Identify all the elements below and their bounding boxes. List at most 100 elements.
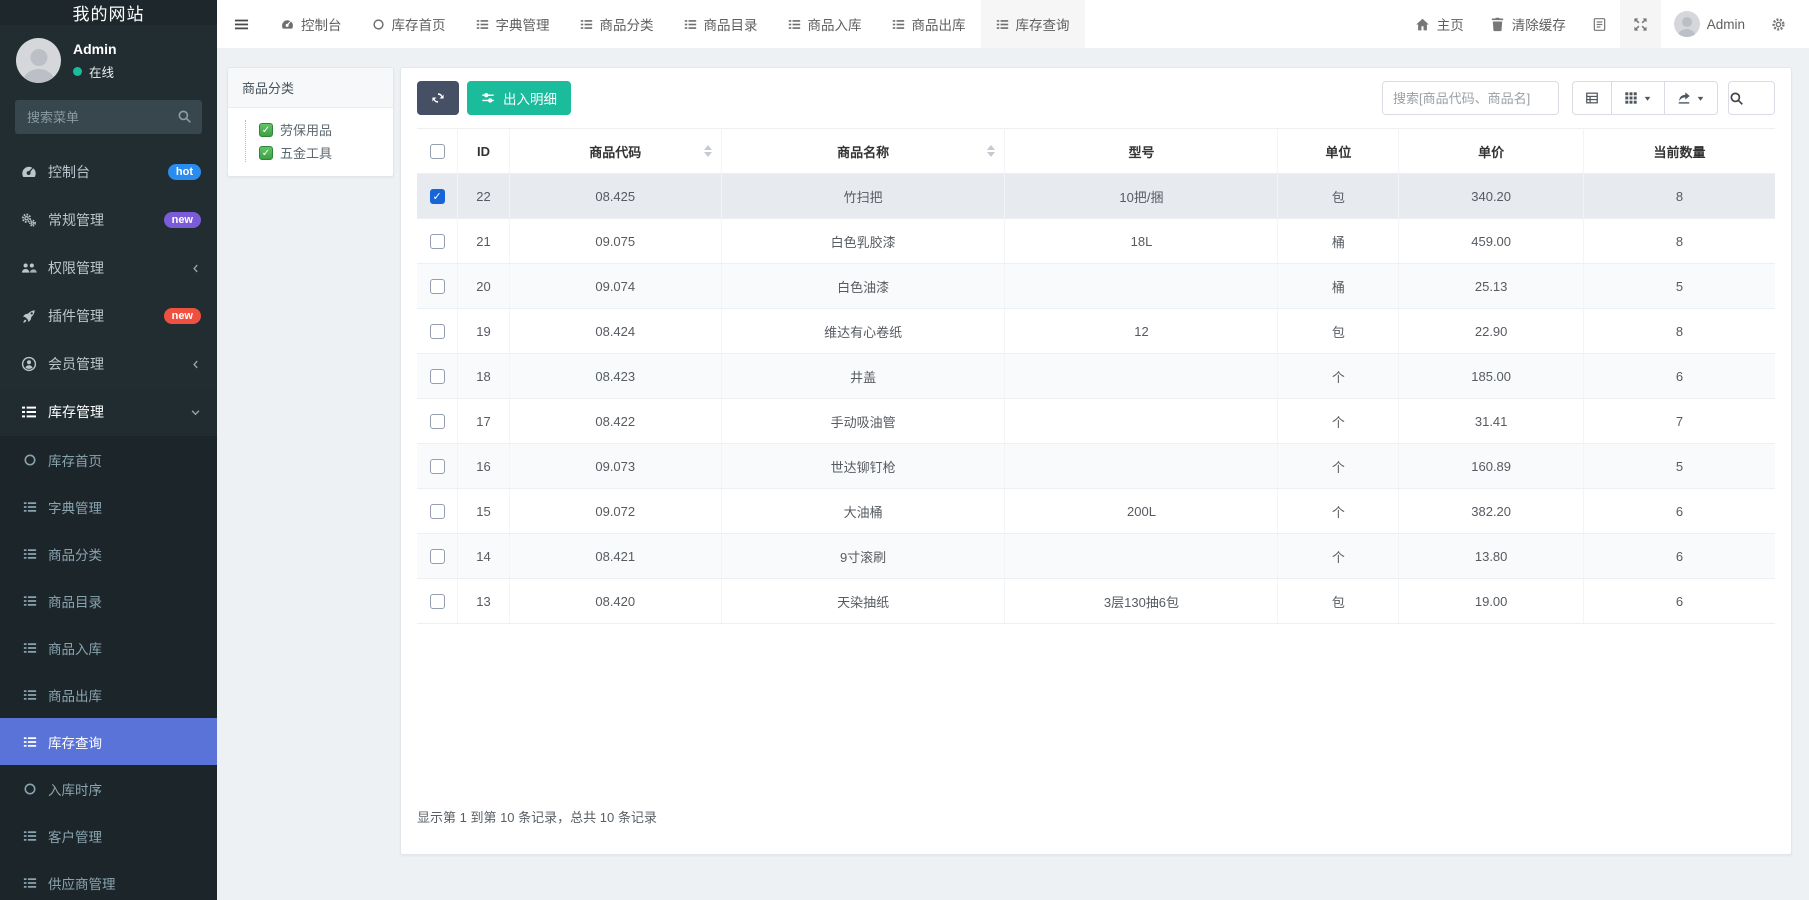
menu-search-input[interactable] <box>15 100 202 134</box>
sidebar-subitem[interactable]: 商品入库 <box>0 624 217 671</box>
sidebar-subitem[interactable]: 入库时序 <box>0 765 217 812</box>
table-search-input[interactable] <box>1382 81 1559 115</box>
badge: new <box>164 308 201 324</box>
row-checkbox[interactable] <box>430 369 445 384</box>
sidebar-subitem[interactable]: 供应商管理 <box>0 859 217 900</box>
nav-tab-label: 库存首页 <box>392 14 446 34</box>
topbar-user-name: Admin <box>1707 17 1745 32</box>
sort-icon[interactable] <box>704 145 712 157</box>
sidebar-item[interactable]: 插件管理 new <box>0 292 217 340</box>
table-row[interactable]: 21 09.075 白色乳胶漆 18L 桶 459.00 8 <box>417 219 1775 264</box>
row-checkbox[interactable] <box>430 324 445 339</box>
cell-id: 15 <box>458 489 510 534</box>
nav-tab[interactable]: 字典管理 <box>461 0 565 48</box>
category-tree-item[interactable]: ✓ 五金工具 <box>259 143 393 162</box>
cell-unit: 个 <box>1278 534 1399 579</box>
cell-name: 9寸滚刷 <box>721 534 1005 579</box>
checked-checkbox-icon[interactable]: ✓ <box>259 146 273 160</box>
column-header: 单价 <box>1399 129 1584 174</box>
cell-name: 手动吸油管 <box>721 399 1005 444</box>
sidebar-subitem[interactable]: 字典管理 <box>0 483 217 530</box>
sidebar-subitem[interactable]: 库存查询 <box>0 718 217 765</box>
table-row[interactable]: ✓ 22 08.425 竹扫把 10把/捆 包 340.20 8 <box>417 174 1775 219</box>
search-submit-button[interactable] <box>1728 81 1775 115</box>
sidebar-subitem[interactable]: 商品目录 <box>0 577 217 624</box>
table-row[interactable]: 18 08.423 井盖 个 185.00 6 <box>417 354 1775 399</box>
sidebar-item[interactable]: 会员管理 <box>0 340 217 388</box>
row-checkbox[interactable] <box>430 414 445 429</box>
export-icon <box>1677 91 1691 105</box>
home-icon <box>1415 17 1430 32</box>
sidebar-subitem[interactable]: 商品分类 <box>0 530 217 577</box>
nav-tab[interactable]: 控制台 <box>266 0 357 48</box>
refresh-button[interactable] <box>417 81 459 115</box>
nav-tab-label: 商品分类 <box>600 14 654 34</box>
language-button[interactable] <box>1579 0 1620 48</box>
clear-cache-button[interactable]: 清除缓存 <box>1477 0 1579 48</box>
cell-price: 160.89 <box>1399 444 1584 489</box>
category-label: 劳保用品 <box>280 120 332 139</box>
checked-checkbox-icon[interactable]: ✓ <box>259 123 273 137</box>
sidebar-subitem-label: 客户管理 <box>48 826 102 846</box>
sidebar-subitem[interactable]: 库存首页 <box>0 436 217 483</box>
category-tree-item[interactable]: ✓ 劳保用品 <box>259 120 393 139</box>
cell-code: 08.423 <box>509 354 721 399</box>
row-select-cell <box>417 444 458 489</box>
cell-unit: 个 <box>1278 354 1399 399</box>
sidebar-item[interactable]: 库存管理 <box>0 388 217 436</box>
column-header[interactable]: 商品名称 <box>721 129 1005 174</box>
cell-price: 459.00 <box>1399 219 1584 264</box>
select-all-checkbox[interactable] <box>430 144 445 159</box>
nav-tab[interactable]: 商品目录 <box>669 0 773 48</box>
sort-icon[interactable] <box>987 145 995 157</box>
cell-model <box>1005 444 1278 489</box>
table-row[interactable]: 16 09.073 世达铆钉枪 个 160.89 5 <box>417 444 1775 489</box>
home-button[interactable]: 主页 <box>1402 0 1477 48</box>
cell-qty: 8 <box>1583 309 1775 354</box>
row-checkbox[interactable] <box>430 549 445 564</box>
inout-detail-button[interactable]: 出入明细 <box>467 81 571 115</box>
row-select-cell <box>417 354 458 399</box>
row-checkbox[interactable] <box>430 234 445 249</box>
sidebar-subitem[interactable]: 客户管理 <box>0 812 217 859</box>
column-header[interactable]: 商品代码 <box>509 129 721 174</box>
nav-tab[interactable]: 商品出库 <box>877 0 981 48</box>
fullscreen-button[interactable] <box>1620 0 1661 48</box>
sidebar: 我的网站 Admin 在线 控制台 hot 常规管理 new 权限管理 插件 <box>0 0 217 900</box>
row-checkbox[interactable] <box>430 279 445 294</box>
row-checkbox[interactable] <box>430 504 445 519</box>
hamburger-menu-icon[interactable] <box>217 0 266 48</box>
cell-code: 08.421 <box>509 534 721 579</box>
export-button[interactable] <box>1664 81 1718 115</box>
columns-toggle-button[interactable] <box>1611 81 1665 115</box>
table-row[interactable]: 20 09.074 白色油漆 桶 25.13 5 <box>417 264 1775 309</box>
cell-qty: 6 <box>1583 534 1775 579</box>
row-checkbox[interactable] <box>430 459 445 474</box>
cogs-icon <box>21 212 37 228</box>
list-icon <box>23 829 37 843</box>
row-checkbox[interactable] <box>430 594 445 609</box>
menu-search <box>15 100 202 134</box>
table-row[interactable]: 14 08.421 9寸滚刷 个 13.80 6 <box>417 534 1775 579</box>
table-row[interactable]: 19 08.424 维达有心卷纸 12 包 22.90 8 <box>417 309 1775 354</box>
nav-tab[interactable]: 库存首页 <box>357 0 461 48</box>
nav-tab[interactable]: 库存查询 <box>981 0 1085 48</box>
table-row[interactable]: 17 08.422 手动吸油管 个 31.41 7 <box>417 399 1775 444</box>
nav-tab[interactable]: 商品分类 <box>565 0 669 48</box>
list-icon <box>23 547 37 561</box>
circle-icon <box>372 18 385 31</box>
sidebar-subitem[interactable]: 商品出库 <box>0 671 217 718</box>
table-row[interactable]: 13 08.420 天染抽纸 3层130抽6包 包 19.00 6 <box>417 579 1775 624</box>
sidebar-item[interactable]: 权限管理 <box>0 244 217 292</box>
cell-price: 31.41 <box>1399 399 1584 444</box>
row-checkbox[interactable]: ✓ <box>430 189 445 204</box>
table-row[interactable]: 15 09.072 大油桶 200L 个 382.20 6 <box>417 489 1775 534</box>
settings-button[interactable] <box>1758 0 1799 48</box>
nav-tab[interactable]: 商品入库 <box>773 0 877 48</box>
cell-code: 08.422 <box>509 399 721 444</box>
cell-price: 19.00 <box>1399 579 1584 624</box>
sidebar-item[interactable]: 常规管理 new <box>0 196 217 244</box>
sidebar-item[interactable]: 控制台 hot <box>0 148 217 196</box>
detail-view-button[interactable] <box>1572 81 1612 115</box>
user-menu[interactable]: Admin <box>1661 0 1758 48</box>
